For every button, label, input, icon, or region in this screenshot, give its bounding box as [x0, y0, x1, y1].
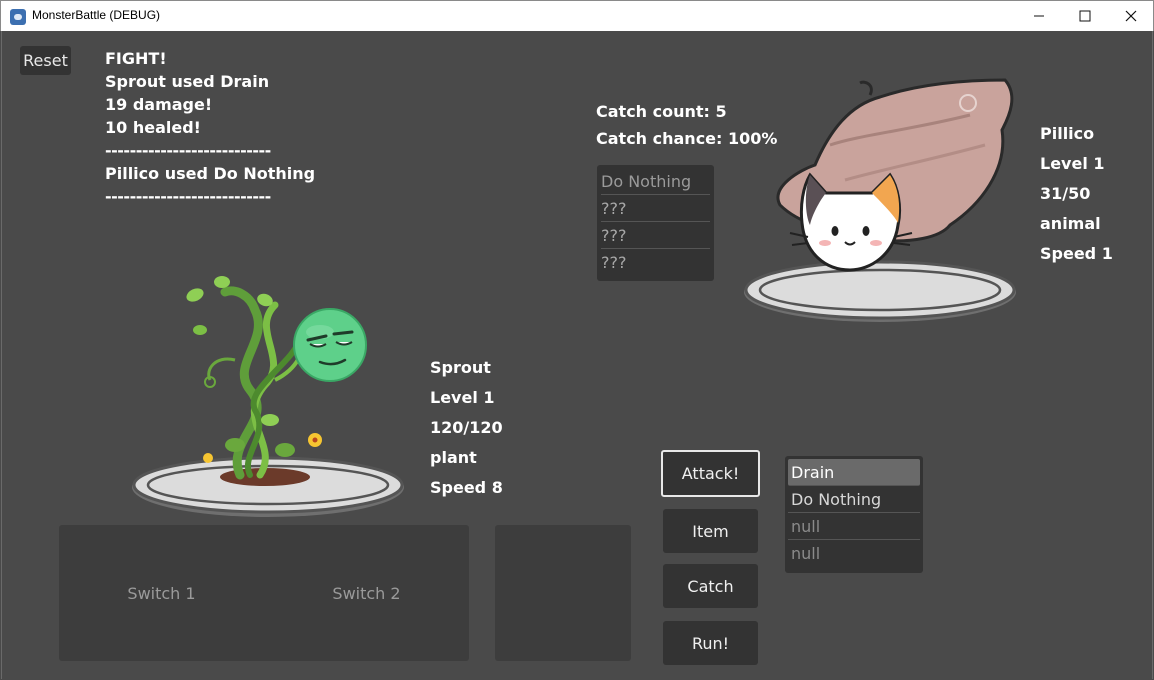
enemy-move-list: Do Nothing ??? ??? ???: [597, 165, 714, 281]
player-stats: Sprout Level 1 120/120 plant Speed 8: [430, 353, 503, 503]
move-item-empty[interactable]: null: [788, 513, 920, 540]
enemy-move-item: ???: [601, 195, 710, 222]
empty-side-panel: [495, 525, 631, 661]
window-titlebar: MonsterBattle (DEBUG): [0, 0, 1154, 31]
close-icon: [1125, 10, 1137, 22]
log-line: 10 healed!: [105, 118, 201, 137]
player-level: Level 1: [430, 388, 495, 407]
catch-button[interactable]: Catch: [663, 564, 758, 608]
player-type: plant: [430, 448, 477, 467]
move-item-empty[interactable]: null: [788, 540, 920, 567]
catch-chance: Catch chance: 100%: [596, 129, 778, 148]
enemy-name: Pillico: [1040, 124, 1095, 143]
close-button[interactable]: [1108, 1, 1154, 31]
maximize-button[interactable]: [1062, 1, 1108, 31]
enemy-speed: Speed 1: [1040, 244, 1113, 263]
player-name: Sprout: [430, 358, 491, 377]
pillico-cat-pillow-sprite: [776, 78, 1014, 272]
reset-button[interactable]: Reset: [20, 46, 71, 75]
battle-log: FIGHT! Sprout used Drain 19 damage! 10 h…: [105, 47, 315, 208]
item-button[interactable]: Item: [663, 509, 758, 553]
move-item-drain[interactable]: Drain: [788, 459, 920, 486]
log-line: ---------------------------: [105, 187, 271, 206]
enemy-move-item: Do Nothing: [601, 168, 710, 195]
enemy-level: Level 1: [1040, 154, 1105, 173]
player-speed: Speed 8: [430, 478, 503, 497]
enemy-type: animal: [1040, 214, 1101, 233]
enemy-move-item: ???: [601, 222, 710, 249]
log-line: Pillico used Do Nothing: [105, 164, 316, 183]
switch-2-button[interactable]: Switch 2: [264, 525, 469, 661]
switch-panel: Switch 1 Switch 2: [59, 525, 469, 661]
log-line: 19 damage!: [105, 95, 213, 114]
window-title: MonsterBattle (DEBUG): [32, 8, 161, 22]
attack-button[interactable]: Attack!: [661, 450, 760, 497]
minimize-button[interactable]: [1016, 1, 1062, 31]
maximize-icon: [1079, 10, 1091, 22]
player-hp: 120/120: [430, 418, 503, 437]
player-move-list: Drain Do Nothing null null: [785, 456, 923, 573]
enemy-hp: 31/50: [1040, 184, 1091, 203]
catch-info: Catch count: 5 Catch chance: 100%: [596, 98, 777, 152]
log-line: FIGHT!: [105, 49, 167, 68]
log-line: Sprout used Drain: [105, 72, 270, 91]
log-line: ---------------------------: [105, 141, 271, 160]
switch-1-button[interactable]: Switch 1: [59, 525, 264, 661]
minimize-icon: [1034, 15, 1044, 17]
move-item-do-nothing[interactable]: Do Nothing: [788, 486, 920, 513]
enemy-move-item: ???: [601, 253, 627, 272]
run-button[interactable]: Run!: [663, 621, 758, 665]
sprout-plant-sprite: [186, 276, 367, 486]
catch-count: Catch count: 5: [596, 102, 727, 121]
godot-app-icon: [10, 9, 26, 25]
enemy-stats: Pillico Level 1 31/50 animal Speed 1: [1040, 119, 1113, 269]
